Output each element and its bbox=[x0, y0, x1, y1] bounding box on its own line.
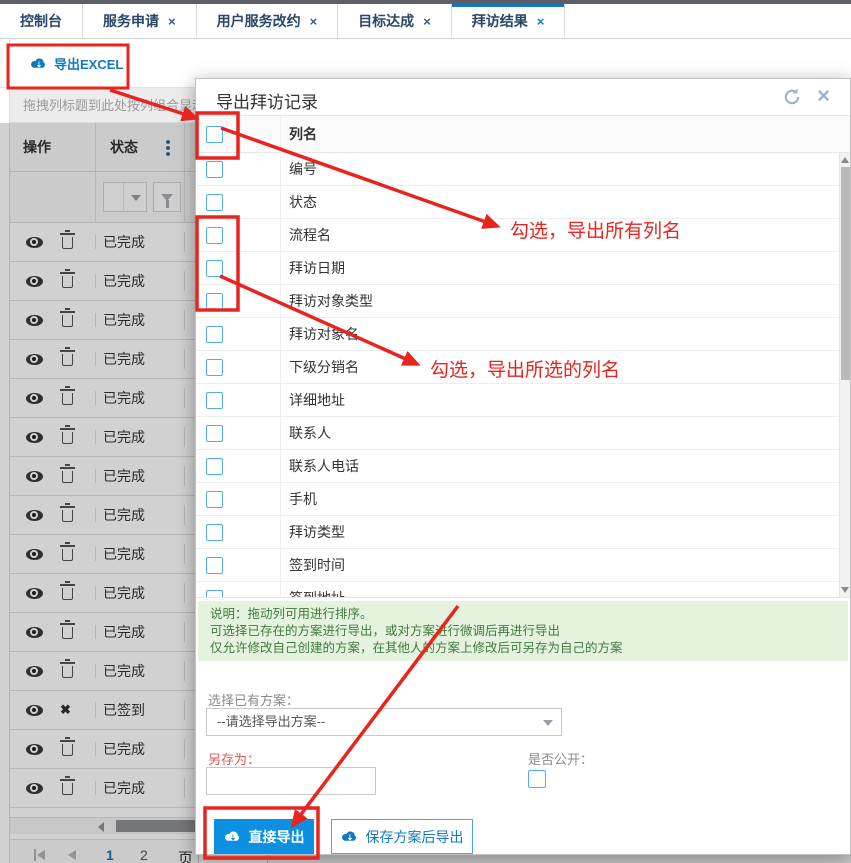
tab-bar: 控制台 服务申请 用户服务改约 目标达成 拜访结果 bbox=[0, 4, 851, 39]
column-name: 手机 bbox=[281, 489, 317, 509]
list-item[interactable]: 拜访对象类型 bbox=[196, 285, 850, 318]
list-item[interactable]: 编号 bbox=[196, 153, 850, 186]
column-name: 详细地址 bbox=[281, 390, 345, 410]
tab-label: 拜访结果 bbox=[472, 11, 528, 31]
tab-service-request[interactable]: 服务申请 bbox=[83, 4, 197, 38]
column-list: 列名 编号 状态 流程名 拜访日期 拜访对象类型 拜访对象名 下级分销名 bbox=[196, 115, 850, 598]
column-name: 下级分销名 bbox=[281, 357, 359, 377]
column-name: 状态 bbox=[281, 192, 317, 212]
tab-user-service-change[interactable]: 用户服务改约 bbox=[197, 4, 339, 38]
column-checkbox[interactable] bbox=[206, 458, 223, 475]
is-public-label: 是否公开： bbox=[528, 749, 593, 768]
note-line: 可选择已存在的方案进行导出，或对方案进行微调后再进行导出 bbox=[210, 623, 836, 640]
list-item[interactable]: 状态 bbox=[196, 186, 850, 219]
column-name: 联系人电话 bbox=[281, 456, 359, 476]
column-checkbox[interactable] bbox=[206, 425, 223, 442]
list-item[interactable]: 拜访类型 bbox=[196, 516, 850, 549]
note-line: 说明：拖动列可用进行排序。 bbox=[210, 606, 836, 623]
list-item[interactable]: 拜访日期 bbox=[196, 252, 850, 285]
dialog-title: 导出拜访记录 bbox=[216, 88, 318, 113]
export-plan-select[interactable]: --请选择导出方案-- bbox=[206, 708, 562, 736]
save-as-input[interactable] bbox=[206, 767, 376, 795]
tab-close-icon[interactable] bbox=[310, 15, 318, 28]
list-item[interactable]: 详细地址 bbox=[196, 384, 850, 417]
refresh-icon[interactable] bbox=[782, 87, 802, 112]
column-name: 拜访对象名 bbox=[281, 324, 359, 344]
column-checkbox[interactable] bbox=[206, 524, 223, 541]
direct-export-button[interactable]: 直接导出 bbox=[214, 819, 314, 854]
column-checkbox[interactable] bbox=[206, 194, 223, 211]
scroll-up-icon[interactable] bbox=[841, 157, 849, 163]
column-name: 拜访类型 bbox=[281, 522, 345, 542]
list-item[interactable]: 联系人 bbox=[196, 417, 850, 450]
save-as-label: 另存为： bbox=[208, 749, 260, 768]
column-checkbox[interactable] bbox=[206, 359, 223, 376]
column-list-header-label: 列名 bbox=[281, 124, 317, 144]
export-excel-button[interactable]: 导出EXCEL bbox=[30, 54, 123, 73]
column-name: 编号 bbox=[281, 159, 317, 179]
column-name: 签到地址 bbox=[281, 588, 345, 598]
column-name: 联系人 bbox=[281, 423, 331, 443]
save-then-export-label: 保存方案后导出 bbox=[366, 827, 464, 847]
list-item[interactable]: 手机 bbox=[196, 483, 850, 516]
help-note: 说明：拖动列可用进行排序。 可选择已存在的方案进行导出，或对方案进行微调后再进行… bbox=[198, 601, 848, 661]
cloud-download-icon bbox=[30, 57, 47, 70]
column-checkbox[interactable] bbox=[206, 161, 223, 178]
column-name: 流程名 bbox=[281, 225, 331, 245]
scroll-down-icon[interactable] bbox=[841, 587, 849, 593]
list-item[interactable]: 流程名 bbox=[196, 219, 850, 252]
cloud-download-icon bbox=[224, 830, 241, 843]
select-plan-label: 选择已有方案： bbox=[208, 690, 299, 709]
vertical-scrollbar[interactable] bbox=[839, 153, 850, 597]
chevron-down-icon bbox=[543, 720, 553, 726]
export-plan-selected-value: --请选择导出方案-- bbox=[217, 714, 325, 729]
export-excel-label: 导出EXCEL bbox=[54, 54, 123, 73]
tab-label: 控制台 bbox=[20, 11, 62, 31]
column-checkbox[interactable] bbox=[206, 227, 223, 244]
save-then-export-button[interactable]: 保存方案后导出 bbox=[331, 819, 473, 854]
tab-close-icon[interactable] bbox=[168, 15, 176, 28]
column-checkbox[interactable] bbox=[206, 557, 223, 574]
tab-label: 目标达成 bbox=[358, 11, 414, 31]
tab-goal-achievement[interactable]: 目标达成 bbox=[338, 4, 452, 38]
scrollbar-thumb[interactable] bbox=[841, 167, 850, 380]
list-item[interactable]: 签到地址 bbox=[196, 582, 850, 598]
tab-close-icon[interactable] bbox=[537, 15, 545, 28]
export-visit-records-dialog: 导出拜访记录 列名 编号 状态 流程名 拜访日期 拜访对象类 bbox=[195, 78, 851, 855]
public-checkbox[interactable] bbox=[528, 770, 546, 788]
column-name: 拜访对象类型 bbox=[281, 291, 373, 311]
column-name: 拜访日期 bbox=[281, 258, 345, 278]
column-checkbox[interactable] bbox=[206, 293, 223, 310]
tab-label: 服务申请 bbox=[103, 11, 159, 31]
column-checkbox[interactable] bbox=[206, 326, 223, 343]
tab-label: 用户服务改约 bbox=[217, 11, 301, 31]
tab-visit-results[interactable]: 拜访结果 bbox=[452, 4, 566, 38]
column-checkbox[interactable] bbox=[206, 392, 223, 409]
list-item[interactable]: 联系人电话 bbox=[196, 450, 850, 483]
column-checkbox[interactable] bbox=[206, 260, 223, 277]
close-icon[interactable] bbox=[817, 83, 830, 109]
list-item[interactable]: 签到时间 bbox=[196, 549, 850, 582]
cloud-download-icon bbox=[341, 830, 358, 843]
column-checkbox[interactable] bbox=[206, 491, 223, 508]
tab-console[interactable]: 控制台 bbox=[0, 4, 83, 38]
select-all-checkbox[interactable] bbox=[206, 126, 223, 143]
tab-close-icon[interactable] bbox=[423, 15, 431, 28]
column-name: 签到时间 bbox=[281, 555, 345, 575]
list-item[interactable]: 拜访对象名 bbox=[196, 318, 850, 351]
column-checkbox[interactable] bbox=[206, 590, 223, 599]
note-line: 仅允许修改自己创建的方案，在其他人的方案上修改后可另存为自己的方案 bbox=[210, 640, 836, 657]
list-item[interactable]: 下级分销名 bbox=[196, 351, 850, 384]
direct-export-label: 直接导出 bbox=[249, 827, 305, 847]
column-list-header: 列名 bbox=[196, 116, 850, 153]
